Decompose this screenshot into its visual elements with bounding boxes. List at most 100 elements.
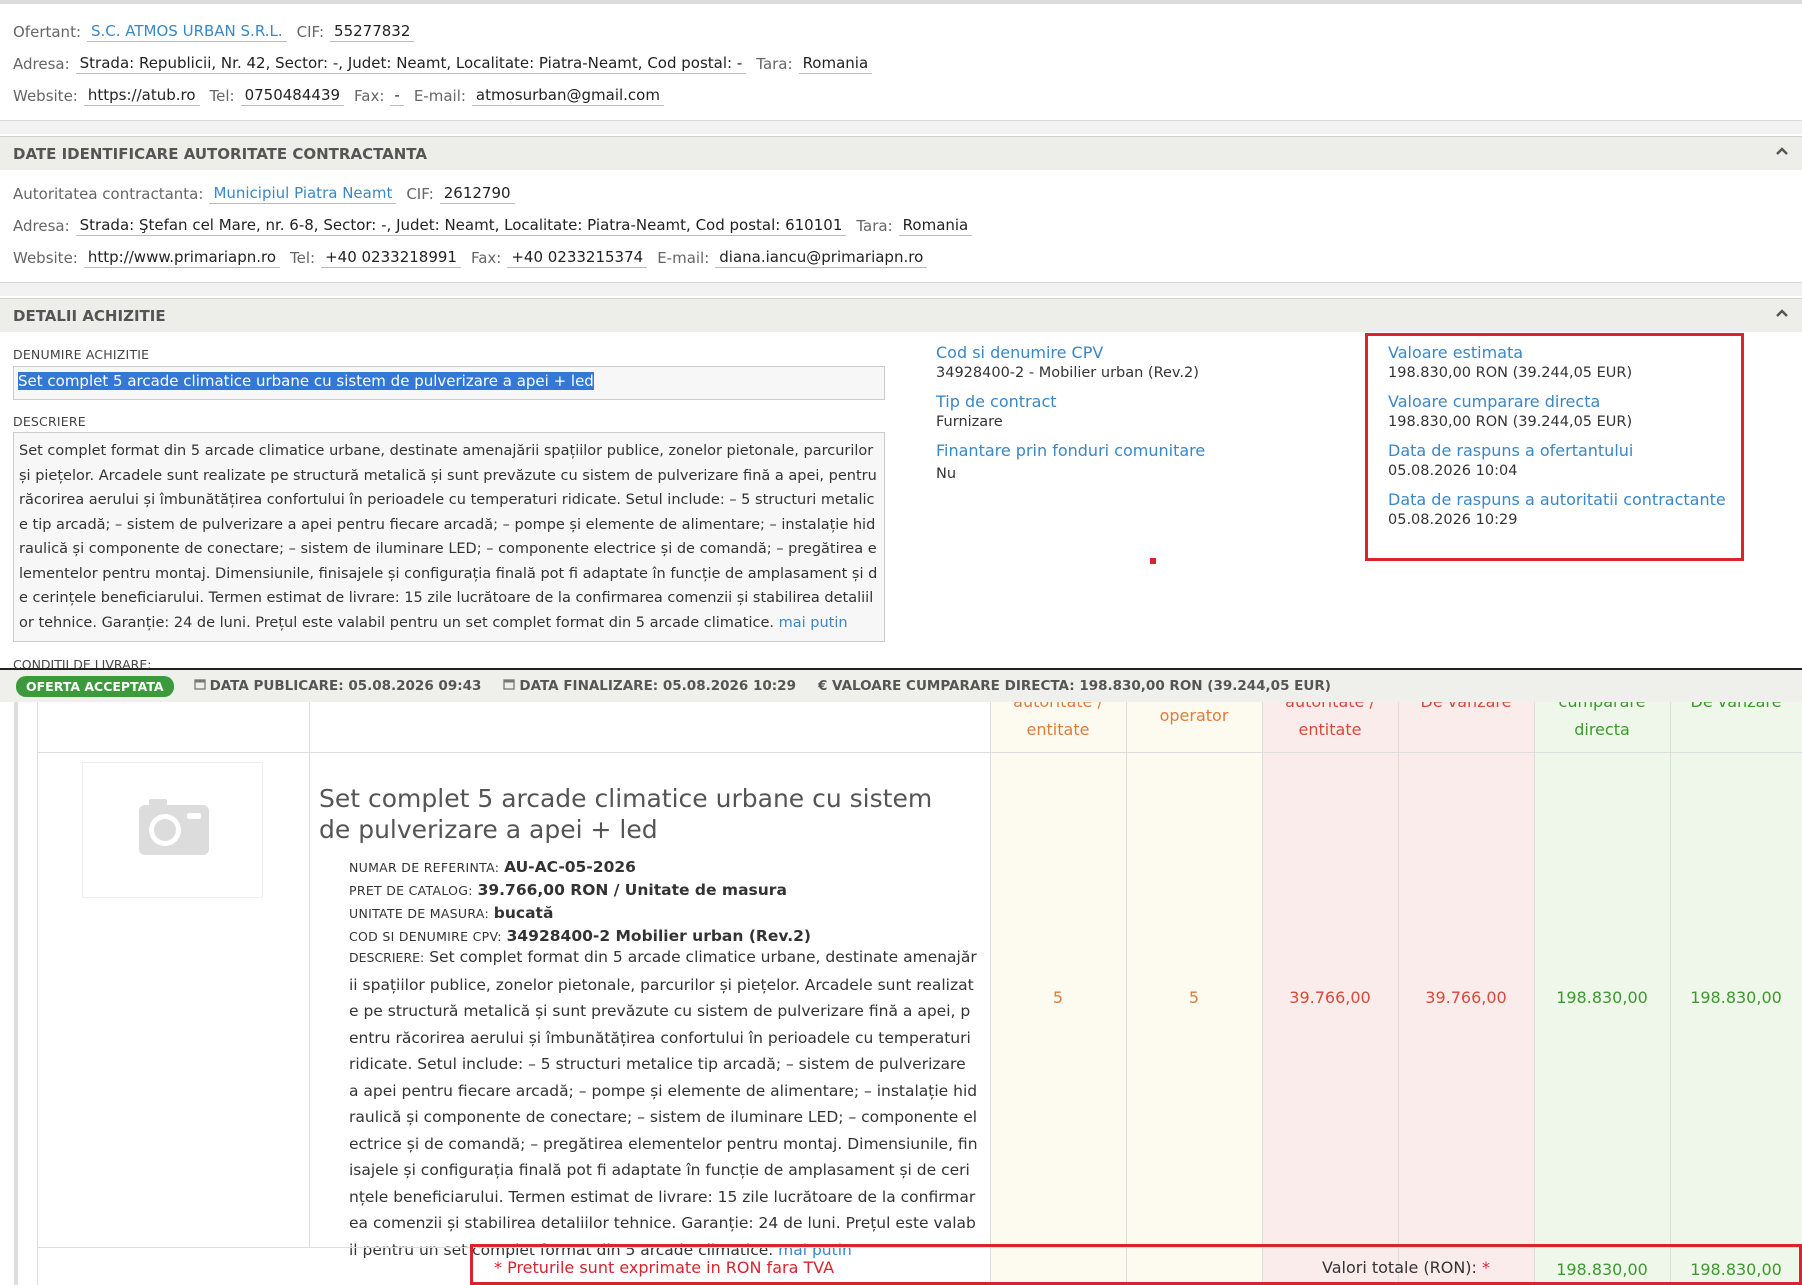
data-finalizare: DATA FINALIZARE: 05.08.2026 10:29 — [519, 678, 796, 694]
cif-value: 2612790 — [439, 184, 515, 204]
cpv-label: Cod si denumire CPV — [936, 343, 1104, 362]
email-label: E-mail: — [657, 249, 710, 267]
authority-row-1: Autoritatea contractanta: Municipiul Pia… — [13, 182, 525, 206]
cell-price-sale: 39.766,00 — [1425, 988, 1507, 1007]
valoare-cumparare-value: 198.830,00 RON (39.244,05 EUR) — [1388, 414, 1633, 430]
cpv-label: COD SI DENUMIRE CPV: — [349, 929, 502, 944]
email-value: diana.iancu@primariapn.ro — [715, 248, 928, 268]
divider — [309, 702, 310, 1247]
tara-value: Romania — [798, 54, 873, 74]
denumire-label: DENUMIRE ACHIZITIE — [13, 347, 150, 362]
header-qty-authority: autoritate / entitate — [1013, 692, 1103, 739]
data-autoritate-block: Data de raspuns a autoritatii contractan… — [1388, 490, 1726, 530]
descriere-label: DESCRIERE — [13, 414, 86, 429]
tel-value: +40 0233218991 — [321, 248, 461, 268]
denumire-selected-text: Set complet 5 arcade climatice urbane cu… — [18, 372, 594, 390]
offerer-row-1: Ofertant: S.C. ATMOS URBAN S.R.L. CIF: 5… — [13, 20, 424, 44]
cpv-value: 34928400-2 Mobilier urban (Rev.2) — [506, 927, 811, 945]
denumire-field[interactable]: Set complet 5 arcade climatice urbane cu… — [13, 366, 885, 400]
pret-value: 39.766,00 RON / Unitate de masura — [477, 881, 787, 899]
camera-placeholder-icon — [139, 799, 209, 855]
desc-text: Set complet format din 5 arcade climatic… — [349, 948, 978, 1259]
adresa-label: Adresa: — [13, 217, 70, 235]
finantare-label: Finantare prin fonduri comunitare — [936, 441, 1206, 460]
details-section-header[interactable]: DETALII ACHIZITIE — [0, 298, 1802, 332]
calendar-icon — [193, 678, 206, 694]
fax-value: +40 0233215374 — [507, 248, 648, 268]
cpv-value: 34928400-2 - Mobilier urban (Rev.2) — [936, 365, 1199, 381]
valoare-estimata-block: Valoare estimata 198.830,00 RON (39.244,… — [1388, 343, 1632, 383]
mai-putin-link[interactable]: mai putin — [779, 615, 848, 631]
email-label: E-mail: — [413, 87, 466, 105]
ofertant-link[interactable]: S.C. ATMOS URBAN S.R.L. — [87, 22, 287, 42]
chevron-up-icon[interactable] — [1774, 143, 1790, 163]
ref-value: AU-AC-05-2026 — [504, 858, 636, 876]
section-separator — [0, 120, 1802, 134]
product-image — [82, 762, 263, 898]
tip-block: Tip de contract Furnizare — [936, 392, 1057, 432]
ofertant-label: Ofertant: — [13, 23, 81, 41]
data-ofertant-block: Data de raspuns a ofertantului 05.08.202… — [1388, 441, 1633, 481]
adresa-label: Adresa: — [13, 55, 70, 73]
valoare-estimata-value: 198.830,00 RON (39.244,05 EUR) — [1388, 365, 1633, 381]
tara-label: Tara: — [856, 217, 893, 235]
cif-label: CIF: — [296, 23, 325, 41]
authority-section-header[interactable]: DATE IDENTIFICARE AUTORITATE CONTRACTANT… — [0, 136, 1802, 170]
chevron-up-icon[interactable] — [1774, 305, 1790, 325]
cif-value: 55277832 — [330, 22, 415, 42]
scroll-track[interactable] — [14, 702, 18, 1285]
fax-value: - — [390, 86, 404, 106]
um-label: UNITATE DE MASURA: — [349, 906, 489, 921]
descriere-text: Set complet format din 5 arcade climatic… — [19, 443, 878, 631]
tel-value: 0750484439 — [240, 86, 345, 106]
section-separator — [0, 282, 1802, 296]
highlight-box-totals — [470, 1244, 1802, 1285]
header-price-sale: De vanzare — [1420, 692, 1512, 711]
product-description: DESCRIERE: Set complet format din 5 arca… — [349, 944, 979, 1263]
ref-label: NUMAR DE REFERINTA: — [349, 860, 500, 875]
marker-dot — [1150, 558, 1156, 564]
top-divider — [0, 0, 1802, 4]
authority-row-3: Website: http://www.primariapn.ro Tel: +… — [13, 246, 937, 270]
desc-label: DESCRIERE: — [349, 950, 425, 965]
valoare-cumparare-block: Valoare cumparare directa 198.830,00 RON… — [1388, 392, 1632, 432]
website-value: https://atub.ro — [83, 86, 200, 106]
authority-section-title: DATE IDENTIFICARE AUTORITATE CONTRACTANT… — [13, 144, 427, 163]
tel-label: Tel: — [290, 249, 316, 267]
autoritate-link[interactable]: Municipiul Piatra Neamt — [209, 184, 397, 204]
tara-label: Tara: — [756, 55, 793, 73]
adresa-value: Strada: Republicii, Nr. 42, Sector: -, J… — [75, 54, 747, 74]
cell-price-authority: 39.766,00 — [1289, 988, 1371, 1007]
tara-value: Romania — [898, 216, 973, 236]
tel-label: Tel: — [209, 87, 235, 105]
product-title: Set complet 5 arcade climatice urbane cu… — [319, 784, 933, 844]
data-ofertant-value: 05.08.2026 10:04 — [1388, 463, 1518, 479]
fax-label: Fax: — [354, 87, 385, 105]
data-publicare: DATA PUBLICARE: 05.08.2026 09:43 — [209, 678, 482, 694]
calendar-icon — [503, 678, 516, 694]
data-autoritate-value: 05.08.2026 10:29 — [1388, 512, 1518, 528]
offerer-row-2: Adresa: Strada: Republicii, Nr. 42, Sect… — [13, 52, 882, 76]
valoare-cumparare-label: Valoare cumparare directa — [1388, 392, 1601, 411]
fax-label: Fax: — [470, 249, 502, 267]
header-price-authority: autoritate / entitate — [1285, 692, 1375, 739]
cif-label: CIF: — [406, 185, 434, 203]
valoare-estimata-label: Valoare estimata — [1388, 343, 1524, 362]
finantare-block: Finantare prin fonduri comunitare Nu — [936, 441, 1205, 484]
email-value: atmosurban@gmail.com — [471, 86, 664, 106]
cell-value-direct: 198.830,00 — [1556, 988, 1648, 1007]
website-value: http://www.primariapn.ro — [83, 248, 281, 268]
cell-value-sale: 198.830,00 — [1690, 988, 1782, 1007]
data-ofertant-label: Data de raspuns a ofertantului — [1388, 441, 1634, 460]
adresa-value: Strada: Ştefan cel Mare, nr. 6-8, Sector… — [75, 216, 847, 236]
tip-label: Tip de contract — [936, 392, 1057, 411]
header-divider — [37, 752, 1802, 753]
data-autoritate-label: Data de raspuns a autoritatii contractan… — [1388, 490, 1726, 509]
header-value-direct: cumparare directa — [1558, 692, 1646, 739]
descriere-box: Set complet format din 5 arcade climatic… — [13, 432, 885, 642]
status-badge: OFERTA ACCEPTATA — [16, 675, 174, 697]
product-info: NUMAR DE REFERINTA: AU-AC-05-2026 PRET D… — [349, 856, 979, 948]
offerer-row-3: Website: https://atub.ro Tel: 0750484439… — [13, 84, 674, 108]
tip-value: Furnizare — [936, 414, 1003, 430]
header-value-sale: De vanzare — [1690, 692, 1782, 711]
